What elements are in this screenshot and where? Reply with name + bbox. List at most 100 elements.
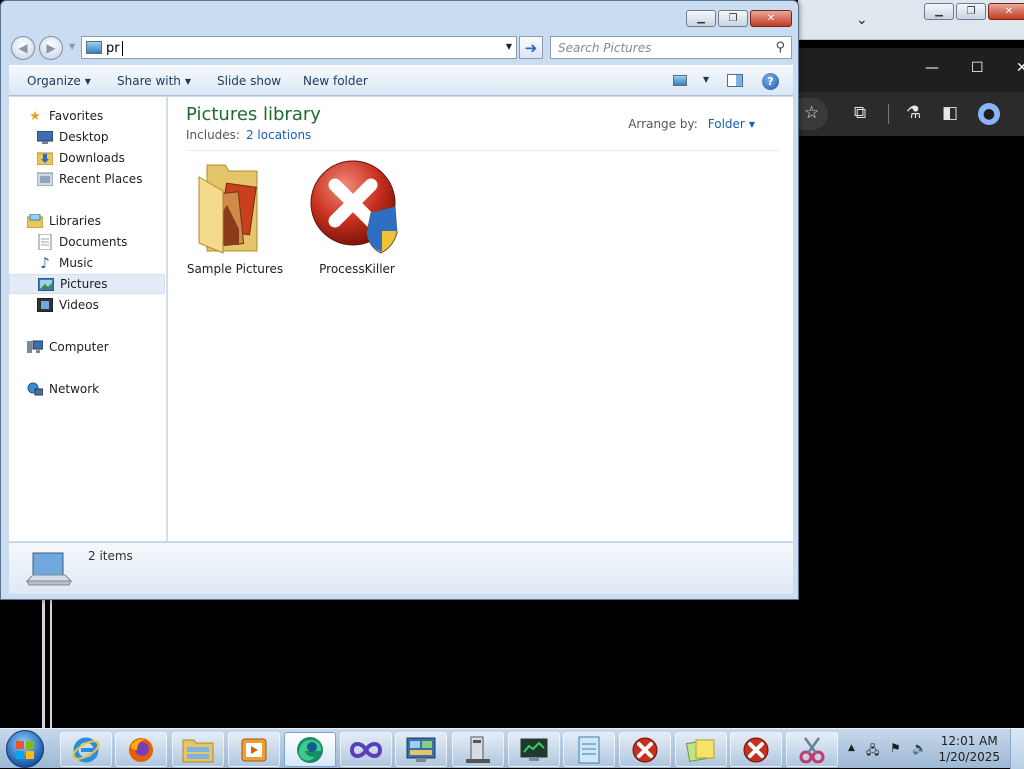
nav-label: Music (59, 256, 94, 270)
recent-places-icon (37, 171, 53, 187)
taskbar-sticky-notes[interactable] (675, 732, 727, 767)
includes-label: Includes: (186, 128, 240, 142)
browser-maximize-icon[interactable]: ☐ (971, 60, 984, 76)
close-button[interactable]: ✕ (750, 10, 792, 27)
taskbar-notepad[interactable] (563, 732, 615, 767)
taskbar-processkiller[interactable] (619, 732, 671, 767)
taskbar-processkiller-2[interactable] (730, 732, 782, 767)
search-placeholder: Search Pictures (558, 41, 652, 55)
downloads-folder-icon (37, 150, 53, 166)
taskbar-internet-explorer[interactable] (60, 732, 112, 767)
taskbar-snipping-tool[interactable] (786, 732, 838, 767)
address-bar[interactable]: pr ▼ (81, 36, 517, 59)
nav-item-favorites[interactable]: ★ Favorites (27, 106, 183, 126)
background-window-edge (50, 598, 56, 730)
arrange-value: Folder (707, 117, 745, 131)
arrange-by: Arrange by: Folder ▼ (628, 117, 755, 131)
maximize-button[interactable]: ❐ (718, 10, 748, 27)
pictures-library-icon (86, 41, 102, 54)
remote-desktop-icon (520, 738, 548, 761)
change-view-icon[interactable] (673, 75, 687, 86)
share-with-button[interactable]: Share with ▼ (117, 74, 191, 88)
nav-item-libraries[interactable]: Libraries (27, 211, 183, 231)
videos-icon (37, 297, 53, 313)
nav-label: Libraries (49, 214, 101, 228)
nav-item-computer[interactable]: Computer (27, 337, 183, 357)
side-panel-icon[interactable]: ◧ (942, 103, 958, 123)
extensions-icon[interactable]: ⧉ (854, 103, 866, 123)
nav-item-network[interactable]: Network (27, 379, 183, 399)
file-item-processkiller[interactable]: ProcessKiller (302, 159, 412, 276)
taskbar-visual-studio[interactable] (340, 732, 392, 767)
back-button[interactable]: ◀ (11, 36, 35, 60)
minimize-button[interactable]: ▁ (924, 3, 954, 20)
close-button[interactable]: ✕ (988, 3, 1024, 20)
taskbar-media-player[interactable] (228, 732, 280, 767)
taskbar-edge[interactable] (284, 732, 336, 767)
locations-link[interactable]: 2 locations (246, 128, 311, 142)
back-arrow-icon: ◀ (18, 41, 28, 55)
search-icon[interactable]: ⚲ (775, 40, 785, 55)
restore-button[interactable]: ❐ (956, 3, 986, 20)
control-panel-icon (406, 737, 436, 762)
file-item-sample-pictures[interactable]: Sample Pictures (180, 159, 290, 276)
browser-minimize-icon[interactable]: — (925, 60, 939, 76)
media-player-icon (241, 738, 267, 761)
address-input[interactable]: pr (106, 41, 120, 56)
background-window-titlebar: ⌄ ▁ ❐ ✕ (798, 0, 1024, 40)
bookmark-star-icon[interactable]: ☆ (804, 103, 819, 123)
organize-label: Organize (27, 74, 81, 88)
clock-date: 1/20/2025 (938, 750, 1000, 764)
network-icon (27, 381, 43, 397)
address-dropdown-icon[interactable]: ▼ (506, 42, 512, 51)
arrange-label: Arrange by: (628, 117, 698, 131)
nav-label: Pictures (60, 277, 108, 291)
taskbar-control-panel[interactable] (395, 732, 447, 767)
start-button[interactable] (6, 730, 44, 768)
file-name: Sample Pictures (186, 262, 284, 276)
view-options-dropdown-icon[interactable]: ▼ (703, 75, 709, 84)
help-icon[interactable]: ? (762, 73, 779, 90)
browser-close-icon[interactable]: ✕ (1016, 60, 1024, 76)
minimize-button[interactable]: ▁ (686, 10, 716, 27)
library-title: Pictures library (186, 104, 321, 125)
background-window-controls: ▁ ❐ ✕ (924, 3, 1024, 20)
go-arrow-icon: ➜ (524, 38, 538, 57)
action-center-flag-icon[interactable]: ⚑ (890, 741, 901, 755)
windows-logo-icon (16, 741, 34, 759)
forward-button[interactable]: ▶ (39, 36, 63, 60)
browser-titlebar: — ☐ ✕ (798, 48, 1024, 92)
forward-arrow-icon: ▶ (46, 41, 56, 55)
pictures-icon (38, 276, 54, 292)
taskbar-windows-explorer[interactable] (172, 732, 224, 767)
taskbar-firefox[interactable] (115, 732, 167, 767)
organize-button[interactable]: Organize ▼ (27, 74, 91, 88)
clock[interactable]: 12:01 AM 1/20/2025 (938, 733, 1000, 765)
nav-label: Desktop (59, 130, 109, 144)
recent-pages-dropdown-icon[interactable]: ▼ (69, 42, 75, 51)
network-tray-icon[interactable]: 🖧 (866, 741, 879, 762)
chevron-down-icon[interactable]: ⌄ (856, 12, 868, 28)
preview-pane-icon[interactable] (727, 74, 743, 87)
new-folder-button[interactable]: New folder (303, 74, 368, 88)
show-desktop-button[interactable] (1010, 729, 1024, 769)
chevron-down-icon: ▼ (748, 120, 755, 129)
documents-icon (37, 234, 53, 250)
profile-avatar-icon[interactable]: ● (978, 103, 1000, 125)
go-button[interactable]: ➜ (519, 36, 543, 59)
explorer-window: ▁ ❐ ✕ ◀ ▶ ▼ pr ▼ ➜ Search Pictures ⚲ Org… (0, 0, 799, 600)
explorer-window-controls: ▁ ❐ ✕ (686, 10, 792, 27)
laptop-icon (25, 552, 73, 586)
explorer-titlebar[interactable]: ▁ ❐ ✕ (1, 1, 798, 31)
taskbar-remote-desktop[interactable] (508, 732, 560, 767)
slide-show-button[interactable]: Slide show (217, 74, 281, 88)
search-input[interactable]: Search Pictures ⚲ (550, 36, 792, 59)
nav-item-pictures[interactable]: Pictures (9, 274, 165, 294)
notepad-icon (578, 736, 600, 763)
arrange-by-dropdown[interactable]: Folder ▼ (708, 117, 755, 131)
taskbar-server-manager[interactable] (452, 732, 504, 767)
labs-flask-icon[interactable]: ⚗ (906, 103, 921, 123)
internet-explorer-icon (72, 737, 100, 762)
volume-muted-icon[interactable]: 🔈 (912, 741, 927, 755)
show-hidden-icons-icon[interactable]: ▲ (848, 743, 855, 753)
